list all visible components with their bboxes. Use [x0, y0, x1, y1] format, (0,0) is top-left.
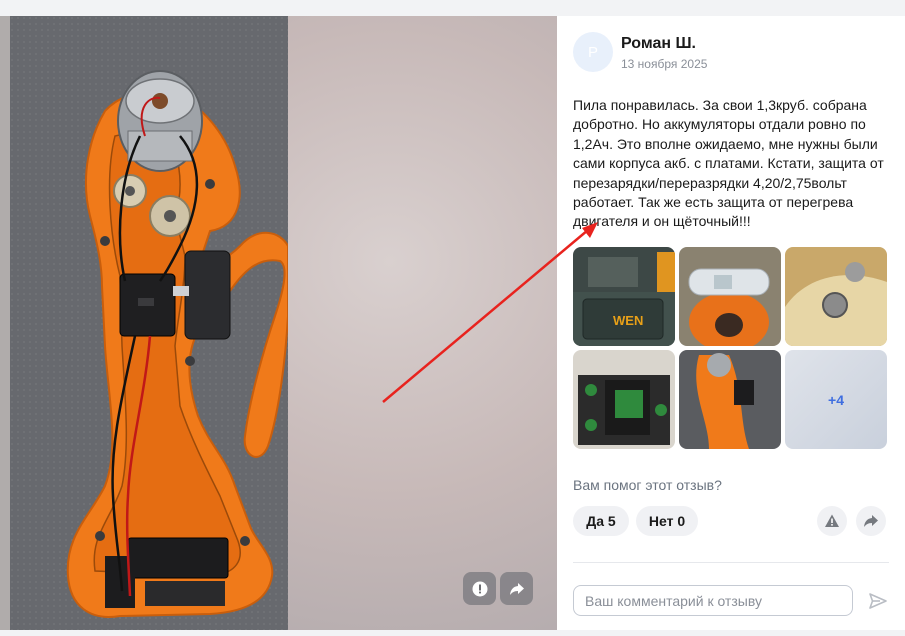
- divider: [573, 562, 889, 563]
- main-photo[interactable]: [10, 16, 288, 630]
- thumbnail-2[interactable]: [679, 247, 781, 346]
- share-review-button[interactable]: [856, 506, 886, 536]
- comment-input[interactable]: [573, 585, 853, 616]
- warning-triangle-icon: [825, 514, 839, 527]
- thumbnail-5[interactable]: [679, 350, 781, 449]
- thumbnail-4[interactable]: [573, 350, 675, 449]
- viewer-left-edge: [0, 16, 10, 630]
- report-review-button[interactable]: [817, 506, 847, 536]
- send-icon: [869, 593, 887, 609]
- more-photos-count: +4: [828, 391, 844, 408]
- avatar: Р: [573, 32, 613, 72]
- warning-icon: [472, 581, 487, 596]
- photo-viewer: [0, 16, 557, 630]
- share-arrow-icon: [509, 582, 524, 595]
- svg-text:WEN: WEN: [613, 313, 643, 328]
- photo-report-button[interactable]: [463, 572, 496, 605]
- thumbnail-more[interactable]: +4: [785, 350, 887, 449]
- review-text: Пила понравилась. За свои 1,3круб. собра…: [573, 97, 884, 230]
- helpful-yes-button[interactable]: Да 5: [573, 506, 629, 536]
- saw-disassembly-image: [10, 16, 288, 630]
- review-photo-modal: Р Роман Ш. 13 ноября 2025 Пила понравила…: [0, 16, 905, 630]
- author-name[interactable]: Роман Ш.: [621, 35, 696, 53]
- helpful-no-button[interactable]: Нет 0: [636, 506, 698, 536]
- share-arrow-icon: [864, 515, 878, 527]
- helpful-question: Вам помог этот отзыв?: [573, 477, 722, 493]
- review-date: 13 ноября 2025: [621, 57, 708, 71]
- photo-thumbnails: WEN +4: [573, 247, 887, 449]
- review-panel: Р Роман Ш. 13 ноября 2025 Пила понравила…: [557, 16, 905, 630]
- send-comment-button[interactable]: [863, 586, 893, 616]
- thumbnail-1[interactable]: WEN: [573, 247, 675, 346]
- thumbnail-3[interactable]: [785, 247, 887, 346]
- photo-share-button[interactable]: [500, 572, 533, 605]
